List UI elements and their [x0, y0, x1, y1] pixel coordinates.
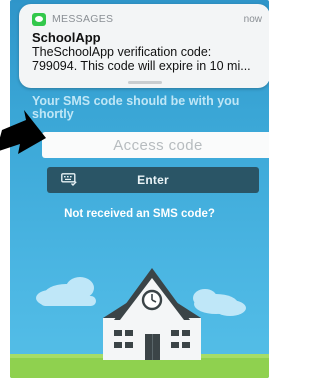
notification-app-name: MESSAGES: [52, 13, 114, 25]
phone-screen: MESSAGES now SchoolApp TheSchoolApp veri…: [10, 0, 269, 378]
pointer-arrow-icon: [0, 110, 46, 154]
resend-sms-link[interactable]: Not received an SMS code?: [10, 208, 269, 220]
sms-notification[interactable]: MESSAGES now SchoolApp TheSchoolApp veri…: [19, 4, 269, 88]
cloud-right: [193, 289, 246, 316]
keyboard-check-icon: [61, 173, 77, 186]
notification-body-line2: 799094. This code will expire in 10 mi..…: [32, 59, 251, 73]
notification-title: SchoolApp: [32, 30, 101, 45]
notification-grabber: [127, 81, 162, 84]
notification-body-line1: TheSchoolApp verification code:: [32, 45, 212, 59]
school-illustration: [10, 268, 269, 378]
enter-button[interactable]: Enter: [47, 167, 259, 193]
access-code-input[interactable]: [42, 132, 269, 158]
sms-subtitle: Your SMS code should be with you shortly: [32, 94, 240, 121]
notification-time: now: [243, 13, 262, 25]
enter-button-label: Enter: [137, 173, 169, 187]
message-bubble-icon: [32, 12, 46, 26]
cloud-left: [36, 277, 96, 306]
notification-header: MESSAGES now: [32, 12, 262, 26]
